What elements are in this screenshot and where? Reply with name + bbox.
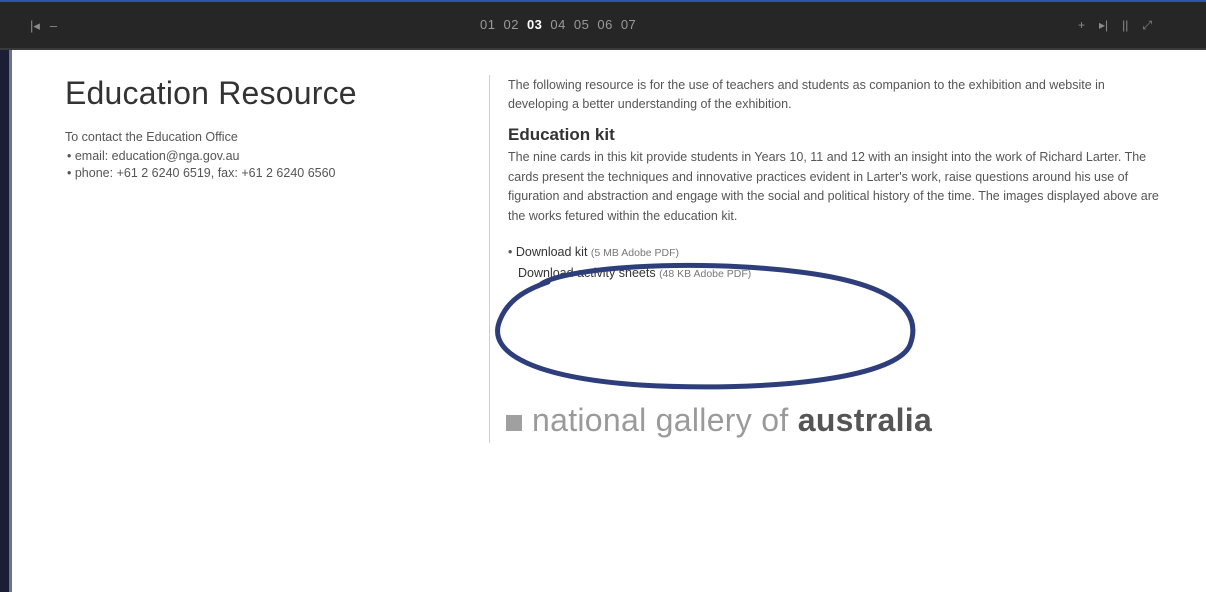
page-selector: 01 02 03 04 05 06 07 [480,17,636,32]
first-page-icon[interactable]: |◂ [30,18,40,34]
left-controls: |◂ – [30,18,57,34]
contact-phone: phone: +61 2 6240 6519, fax: +61 2 6240 … [67,165,445,182]
nga-logo: national gallery of australia [506,402,932,439]
download-kit-size: (5 MB Adobe PDF) [590,247,680,259]
contact-list: email: education@nga.gov.au phone: +61 2… [65,148,445,182]
download-list: Download kit (5 MB Adobe PDF) Download a… [508,242,1168,284]
right-controls: + ▸| || ⤢ [1078,18,1152,33]
download-item: Download kit (5 MB Adobe PDF) [508,242,1168,263]
intro-text: The following resource is for the use of… [508,78,1105,111]
pause-icon[interactable]: || [1122,18,1128,33]
logo-wordmark: national gallery of australia [532,402,932,439]
topbar-divider [0,48,1206,50]
page-title: Education Resource [65,75,357,111]
zoom-out-icon[interactable]: – [50,18,57,34]
contact-panel: Education Resource To contact the Educat… [65,75,445,182]
page-link-03-active[interactable]: 03 [527,17,542,32]
education-kit-heading: Education kit [508,125,615,144]
page-link-06[interactable]: 06 [597,17,612,32]
fullscreen-icon[interactable]: ⤢ [1142,18,1152,33]
download-activity-sheets-link[interactable]: Download activity sheets [518,266,656,280]
contact-email[interactable]: email: education@nga.gov.au [67,148,445,165]
window-frame-edge [9,50,12,592]
page-link-02[interactable]: 02 [503,17,518,32]
download-activity-sheets-size: (48 KB Adobe PDF) [659,268,752,280]
page-link-05[interactable]: 05 [574,17,589,32]
resource-panel: The following resource is for the use of… [508,76,1168,284]
column-divider [489,75,490,443]
education-kit-description: The nine cards in this kit provide stude… [508,150,1159,223]
contact-label: To contact the Education Office [65,130,238,144]
logo-text-bold: australia [797,402,933,438]
page-link-01[interactable]: 01 [480,17,495,32]
zoom-in-icon[interactable]: + [1078,18,1085,33]
page-link-04[interactable]: 04 [550,17,565,32]
last-page-icon[interactable]: ▸| [1099,18,1108,33]
top-navigation-bar: |◂ – 01 02 03 04 05 06 07 + ▸| || ⤢ [0,0,1206,48]
logo-text-light: national gallery of [532,402,798,438]
logo-square-icon [506,414,522,431]
page-link-07[interactable]: 07 [621,17,636,32]
download-kit-link[interactable]: Download kit [516,245,588,259]
download-item: Download activity sheets (48 KB Adobe PD… [508,263,1168,284]
window-frame-left [0,0,9,592]
